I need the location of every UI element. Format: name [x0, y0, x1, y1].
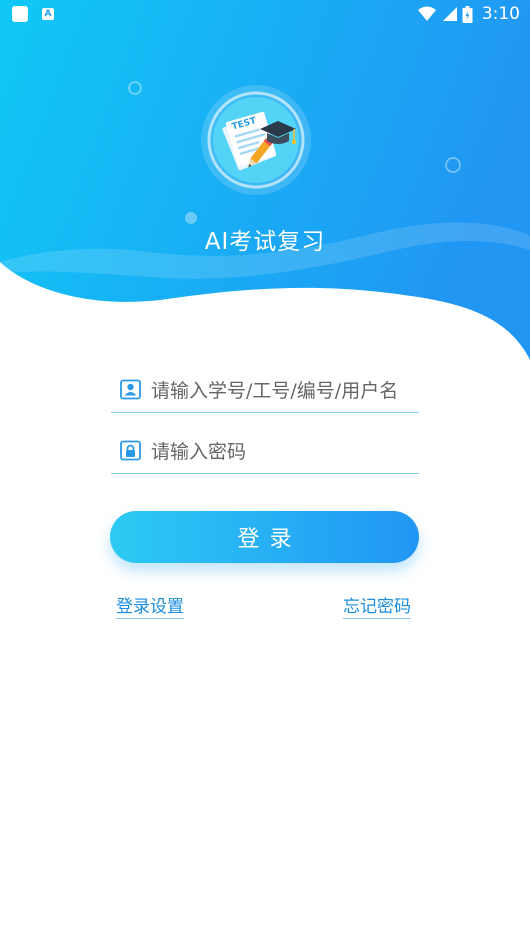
- user-card-icon: [120, 379, 141, 400]
- forgot-password-link[interactable]: 忘记密码: [343, 592, 411, 619]
- status-left: A: [12, 6, 54, 22]
- app-logo: TEST: [201, 85, 311, 195]
- battery-icon: [462, 5, 473, 23]
- password-input[interactable]: [149, 435, 419, 469]
- app-title: AI考试复习: [204, 229, 326, 255]
- cell-signal-icon: [442, 7, 457, 21]
- password-field[interactable]: [111, 431, 419, 474]
- wifi-icon: [417, 6, 436, 21]
- notification-square-icon: [12, 6, 28, 22]
- status-bar: A 3:10: [0, 0, 530, 28]
- a-notification-icon: A: [42, 8, 54, 20]
- status-right: 3:10: [417, 4, 520, 24]
- username-input[interactable]: [149, 374, 419, 408]
- username-field[interactable]: [111, 370, 419, 413]
- lock-icon: [120, 440, 141, 461]
- status-time: 3:10: [481, 4, 520, 24]
- login-settings-link[interactable]: 登录设置: [116, 592, 184, 619]
- login-button[interactable]: 登录: [110, 511, 419, 563]
